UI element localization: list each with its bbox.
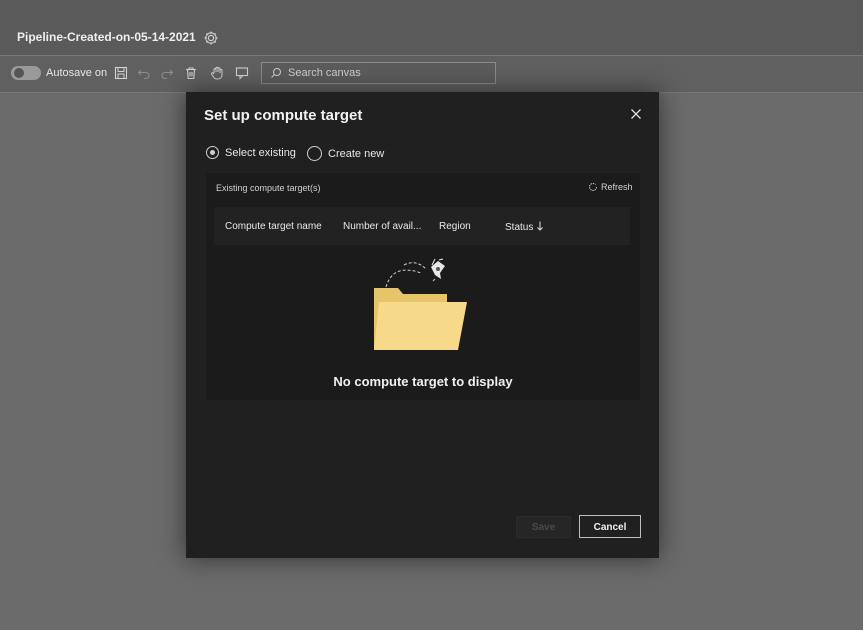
cancel-button[interactable]: Cancel xyxy=(579,515,641,538)
column-header-available[interactable]: Number of avail... xyxy=(343,221,421,232)
close-icon[interactable] xyxy=(629,107,643,121)
refresh-button[interactable]: Refresh xyxy=(588,182,633,192)
sort-descending-icon xyxy=(537,221,544,231)
refresh-label: Refresh xyxy=(601,182,633,192)
radio-label: Select existing xyxy=(225,146,296,159)
radio-label: Create new xyxy=(328,147,385,160)
search-icon xyxy=(271,68,281,78)
autosave-label: Autosave on xyxy=(46,67,108,79)
radio-create-new[interactable]: Create new xyxy=(307,146,384,161)
existing-targets-panel: Existing compute target(s) Refresh Compu… xyxy=(206,173,640,400)
undo-icon[interactable] xyxy=(136,65,152,81)
section-label: Existing compute target(s) xyxy=(216,183,321,193)
delete-icon[interactable] xyxy=(183,65,199,81)
status-label: Status xyxy=(505,222,534,233)
radio-select-existing[interactable]: Select existing xyxy=(206,146,296,159)
app-header xyxy=(0,0,863,56)
column-header-status[interactable]: Status xyxy=(505,221,544,233)
save-icon[interactable] xyxy=(113,65,129,81)
empty-folder-illustration xyxy=(374,258,467,350)
compute-target-dialog: Set up compute target Select existing Cr… xyxy=(186,92,659,558)
table-header: Compute target name Number of avail... R… xyxy=(214,207,630,245)
save-button[interactable]: Save xyxy=(516,516,571,538)
column-header-name[interactable]: Compute target name xyxy=(225,221,322,232)
gear-icon[interactable] xyxy=(203,30,219,46)
autosave-toggle[interactable] xyxy=(11,66,41,80)
pan-hand-icon[interactable] xyxy=(209,65,225,81)
dialog-title: Set up compute target xyxy=(204,107,363,124)
radio-selected-indicator xyxy=(206,146,219,159)
pipeline-title: Pipeline-Created-on-05-14-2021 xyxy=(17,30,196,44)
empty-state-message: No compute target to display xyxy=(333,374,513,389)
search-input[interactable] xyxy=(288,63,488,83)
radio-unselected-indicator xyxy=(307,146,322,161)
column-header-region[interactable]: Region xyxy=(439,221,471,232)
redo-icon[interactable] xyxy=(159,65,175,81)
refresh-icon xyxy=(589,182,597,191)
search-canvas-box[interactable] xyxy=(261,62,496,84)
comment-icon[interactable] xyxy=(234,65,250,81)
